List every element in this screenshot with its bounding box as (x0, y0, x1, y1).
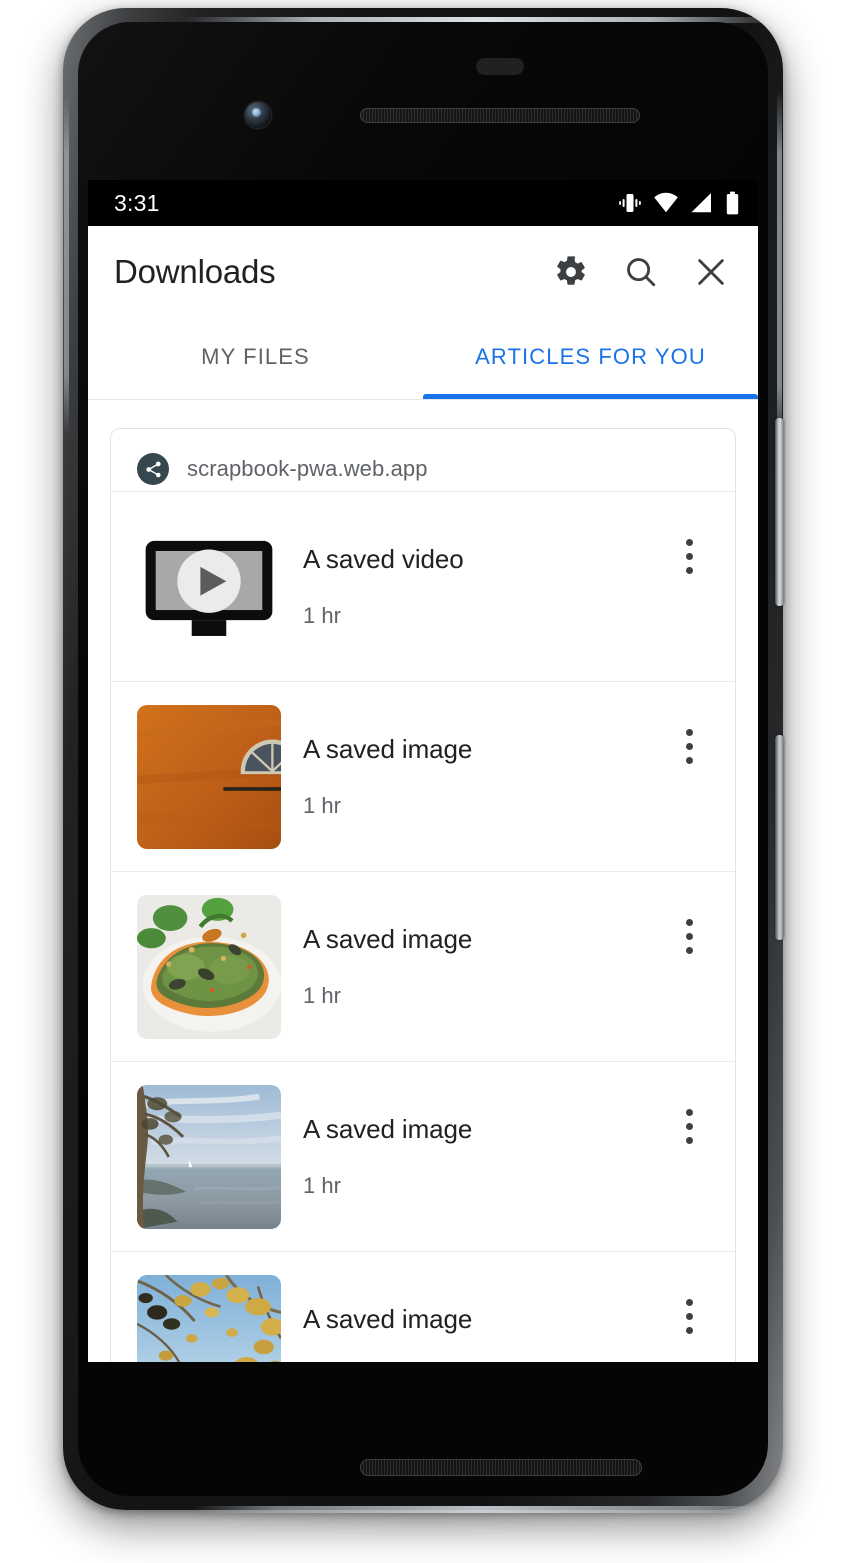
avocado-toast-food-photo (137, 894, 281, 1039)
list-item-title: A saved video (303, 544, 464, 574)
menu-dot (685, 1122, 693, 1130)
frame-rail-left (64, 95, 69, 435)
front-camera-icon (245, 102, 271, 128)
list-item[interactable]: A saved image 1 hr (111, 1251, 735, 1362)
list-item-text: A saved image 1 hr (281, 1114, 665, 1199)
list-item-title: A saved image (303, 1304, 473, 1334)
source-card: scrapbook-pwa.web.app A saved video 1 hr… (110, 428, 736, 1362)
battery-icon (726, 191, 739, 215)
menu-dot (685, 756, 693, 764)
menu-dot (685, 552, 693, 560)
tab-bar: MY FILES ARTICLES FOR YOU (88, 318, 758, 400)
status-bar: 3:31 (88, 180, 758, 226)
frame-rail-right (777, 90, 782, 450)
overflow-menu-icon[interactable] (665, 1286, 713, 1346)
search-button[interactable] (616, 247, 666, 297)
list-item-title: A saved image (303, 734, 473, 764)
list-item-subtitle: 1 hr (303, 793, 341, 818)
list-item-subtitle: 1 hr (303, 1173, 341, 1198)
downloads-list: scrapbook-pwa.web.app A saved video 1 hr… (88, 400, 758, 1362)
card-source-header[interactable]: scrapbook-pwa.web.app (111, 429, 735, 491)
cell-signal-icon (691, 193, 711, 213)
tab-articles-for-you-label: ARTICLES FOR YOU (475, 343, 706, 369)
share-icon (137, 453, 169, 485)
volume-button[interactable] (775, 735, 784, 940)
menu-dot (685, 538, 693, 546)
settings-button[interactable] (546, 247, 596, 297)
sensor-notch (476, 58, 524, 75)
frame-rail-bottom (193, 1506, 778, 1513)
menu-dot (685, 742, 693, 750)
menu-dot (685, 1298, 693, 1306)
tab-articles-for-you[interactable]: ARTICLES FOR YOU (423, 318, 758, 399)
status-bar-icons (618, 191, 740, 215)
menu-dot (685, 918, 693, 926)
menu-dot (685, 932, 693, 940)
close-icon (698, 259, 724, 285)
wifi-icon (654, 192, 678, 213)
list-item-title: A saved image (303, 924, 473, 954)
search-icon (627, 258, 656, 287)
close-button[interactable] (686, 247, 736, 297)
active-tab-indicator (423, 394, 758, 399)
menu-dot (685, 1312, 693, 1320)
overflow-menu-icon[interactable] (665, 1096, 713, 1156)
orange-wall-window-photo (137, 704, 281, 849)
list-item[interactable]: A saved image 1 hr (111, 1061, 735, 1251)
app-bar: Downloads (88, 226, 758, 318)
video-placeholder-icon (137, 514, 281, 659)
list-item-subtitle: 1 hr (303, 983, 341, 1008)
page-title: Downloads (114, 253, 276, 290)
menu-dot (685, 1326, 693, 1334)
earpiece-speaker-grille (360, 108, 640, 123)
list-item[interactable]: A saved video 1 hr (111, 491, 735, 681)
bottom-speaker-grille (360, 1459, 642, 1476)
menu-dot (685, 566, 693, 574)
vibrate-icon (619, 194, 641, 212)
lakeshore-sailboat-photo (137, 1084, 281, 1229)
menu-dot (685, 946, 693, 954)
screenshot-root: 3:31 Downloads MY FILES ARTICLES FOR YOU… (0, 0, 845, 1563)
source-url-label: scrapbook-pwa.web.app (187, 456, 428, 481)
list-item-text: A saved image 1 hr (281, 1304, 665, 1362)
phone-screen: 3:31 Downloads MY FILES ARTICLES FOR YOU… (88, 180, 758, 1362)
power-button[interactable] (775, 418, 784, 606)
overflow-menu-icon[interactable] (665, 716, 713, 776)
status-bar-clock: 3:31 (114, 189, 160, 216)
overflow-menu-icon[interactable] (665, 906, 713, 966)
list-item-text: A saved image 1 hr (281, 924, 665, 1009)
overflow-menu-icon[interactable] (665, 526, 713, 586)
tab-my-files-label: MY FILES (201, 343, 310, 369)
list-item-text: A saved video 1 hr (281, 544, 665, 629)
autumn-city-skyline-photo (137, 1274, 281, 1362)
list-item-text: A saved image 1 hr (281, 734, 665, 819)
menu-dot (685, 1108, 693, 1116)
list-item[interactable]: A saved image 1 hr (111, 681, 735, 871)
tab-my-files[interactable]: MY FILES (88, 318, 423, 399)
menu-dot (685, 1136, 693, 1144)
list-item-title: A saved image (303, 1114, 473, 1144)
menu-dot (685, 728, 693, 736)
list-item[interactable]: A saved image 1 hr (111, 871, 735, 1061)
list-item-subtitle: 1 hr (303, 603, 341, 628)
app-bar-actions (546, 247, 736, 297)
gear-icon (557, 256, 585, 285)
